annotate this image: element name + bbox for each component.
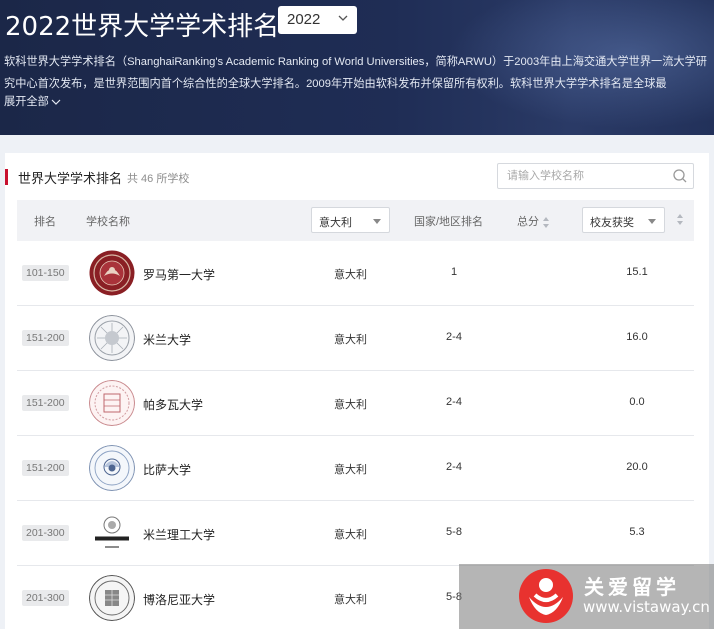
expand-all-link[interactable]: 展开全部 [4,93,61,109]
school-count: 共 46 所学校 [127,173,190,185]
region-rank: 2-4 [446,331,462,343]
table-row[interactable]: 151-200 比萨大学 意大利 2-4 20.0 [17,436,694,501]
caret-down-icon [648,219,656,224]
rank-badge: 201-300 [22,590,69,606]
watermark-brand-name: 关爱留学 [584,575,680,599]
university-seal-logo [89,510,135,556]
indicator-select[interactable]: 校友获奖 [582,207,665,233]
rank-badge: 201-300 [22,525,69,541]
country: 意大利 [334,269,367,281]
alumni-award-score: 20.0 [626,461,648,473]
school-search-input[interactable] [498,164,668,188]
sort-icon [543,216,550,228]
brand-logo-icon [519,569,573,623]
country: 意大利 [334,399,367,411]
university-name[interactable]: 米兰大学 [143,331,191,348]
rank-badge: 151-200 [22,460,69,476]
rank-badge: 151-200 [22,395,69,411]
rank-badge: 101-150 [22,265,69,281]
table-row[interactable]: 201-300 米兰理工大学 意大利 5-8 5.3 [17,501,694,566]
university-name[interactable]: 博洛尼亚大学 [143,591,215,608]
ranking-banner: 2022世界大学学术排名 2022 软科世界大学学术排名（ShanghaiRan… [0,0,714,135]
region-rank: 2-4 [446,396,462,408]
country: 意大利 [334,594,367,606]
rank-badge: 151-200 [22,330,69,346]
card-title: 世界大学学术排名 [18,171,123,186]
caret-down-icon [373,219,381,224]
table-header: 排名 学校名称 意大利 国家/地区排名 总分 校友获奖 [17,200,694,241]
ranking-description: 软科世界大学学术排名（ShanghaiRanking's Academic Ra… [4,56,707,90]
university-seal-logo [89,250,135,296]
university-name[interactable]: 帕多瓦大学 [143,396,203,413]
country-filter-value: 意大利 [319,217,352,229]
alumni-award-score: 5.3 [629,526,645,538]
chevron-down-icon [338,15,348,21]
university-seal-logo [89,315,135,361]
alumni-award-score: 16.0 [626,331,648,343]
country: 意大利 [334,464,367,476]
region-rank: 1 [450,266,458,278]
chevron-down-icon [51,99,61,105]
expand-all-label: 展开全部 [4,96,49,108]
table-row[interactable]: 101-150 罗马第一大学 意大利 1 15.1 [17,241,694,306]
header-total-score[interactable]: 总分 [517,213,550,229]
country: 意大利 [334,529,367,541]
region-rank: 2-4 [446,461,462,473]
year-select[interactable]: 2022 [278,6,357,34]
university-seal-logo [89,575,135,621]
university-name[interactable]: 米兰理工大学 [143,526,215,543]
watermark: 关爱留学 www.vistaway.cn [459,564,714,629]
sort-icon[interactable] [677,214,684,225]
table-row[interactable]: 151-200 帕多瓦大学 意大利 2-4 0.0 [17,371,694,436]
indicator-select-value: 校友获奖 [590,217,634,229]
country: 意大利 [334,334,367,346]
alumni-award-score: 15.1 [626,266,648,278]
watermark-url: www.vistaway.cn [583,598,710,616]
header-rank: 排名 [34,216,56,228]
header-total-score-label: 总分 [517,216,539,228]
university-name[interactable]: 比萨大学 [143,461,191,478]
page-title: 2022世界大学学术排名 [5,12,280,42]
university-name[interactable]: 罗马第一大学 [143,266,215,283]
header-school-name: 学校名称 [86,216,130,228]
university-seal-logo [89,445,135,491]
region-rank: 5-8 [446,526,462,538]
country-filter-select[interactable]: 意大利 [311,207,390,233]
university-seal-logo [89,380,135,426]
school-search [497,163,694,189]
table-row[interactable]: 151-200 米兰大学 意大利 2-4 16.0 [17,306,694,371]
search-icon[interactable] [672,168,688,184]
alumni-award-score: 0.0 [629,396,645,408]
year-select-value: 2022 [287,11,321,28]
ranking-card: 世界大学学术排名 共 46 所学校 排名 学校名称 意大利 国家/地区排名 总分… [5,153,709,629]
header-region-rank: 国家/地区排名 [414,216,484,228]
title-accent-bar [5,169,8,185]
